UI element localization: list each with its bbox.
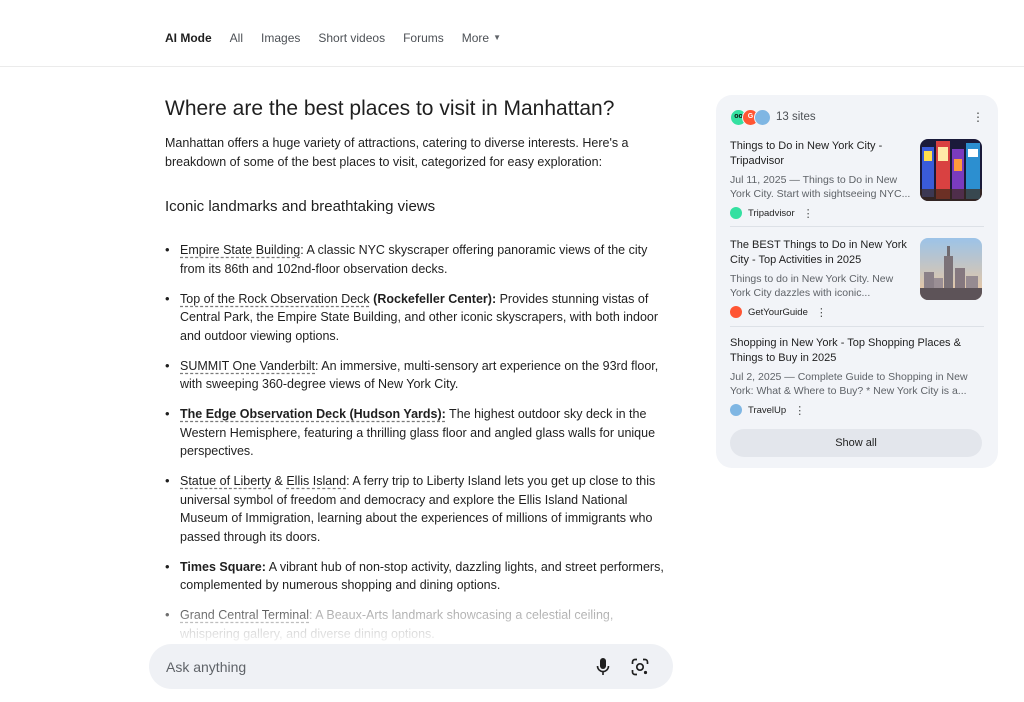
more-options-icon[interactable]: ⋮ <box>972 111 984 123</box>
more-options-icon[interactable]: ⋮ <box>816 306 827 319</box>
section-heading: Iconic landmarks and breathtaking views <box>165 198 436 215</box>
places-list: Empire State Building: A classic NYC sky… <box>165 241 665 643</box>
show-all-button[interactable]: Show all <box>730 429 982 457</box>
source-attribution: TravelUp ⋮ <box>730 403 984 417</box>
list-item: Times Square: A vibrant hub of non-stop … <box>165 558 665 595</box>
source-title[interactable]: Shopping in New York - Top Shopping Plac… <box>730 336 970 366</box>
term-times-square: Times Square: <box>180 559 266 574</box>
tab-forums[interactable]: Forums <box>403 31 444 45</box>
tab-ai-mode[interactable]: AI Mode <box>165 31 212 45</box>
tab-images[interactable]: Images <box>261 31 300 45</box>
source-attribution: Tripadvisor ⋮ <box>730 206 984 220</box>
list-item: Empire State Building: A classic NYC sky… <box>165 241 665 278</box>
source-card[interactable]: The BEST Things to Do in New York City -… <box>730 238 984 319</box>
source-card[interactable]: Things to Do in New York City - Tripadvi… <box>730 139 984 220</box>
more-options-icon[interactable]: ⋮ <box>794 404 805 417</box>
top-navigation: AI Mode All Images Short videos Forums M… <box>0 0 1024 67</box>
sources-panel: oo G 13 sites ⋮ Things to Do in New York… <box>716 95 998 468</box>
ask-bar <box>149 644 673 689</box>
ask-input[interactable] <box>164 656 568 678</box>
query-heading: Where are the best places to visit in Ma… <box>165 97 615 120</box>
source-name: TravelUp <box>748 404 787 416</box>
tab-more[interactable]: More ▼ <box>462 31 501 45</box>
list-item: Grand Central Terminal: A Beaux-Arts lan… <box>165 606 665 643</box>
source-card[interactable]: Shopping in New York - Top Shopping Plac… <box>730 336 984 417</box>
tab-short-videos[interactable]: Short videos <box>318 31 385 45</box>
getyourguide-icon <box>730 306 742 318</box>
ai-answer: Where are the best places to visit in Ma… <box>165 90 665 655</box>
microphone-icon[interactable] <box>595 657 611 677</box>
sources-header[interactable]: oo G 13 sites <box>730 108 816 126</box>
divider <box>730 326 984 327</box>
source-name: Tripadvisor <box>748 207 795 219</box>
answer-intro: Manhattan offers a huge variety of attra… <box>165 136 629 169</box>
term-link-top-of-the-rock[interactable]: Top of the Rock Observation Deck <box>180 292 370 306</box>
tripadvisor-icon <box>730 207 742 219</box>
source-snippet: Jul 2, 2025 — Complete Guide to Shopping… <box>730 371 968 397</box>
term-link-grand-central[interactable]: Grand Central Terminal <box>180 608 309 622</box>
term-link-summit[interactable]: SUMMIT One Vanderbilt <box>180 359 315 373</box>
list-item: Statue of Liberty & Ellis Island: A ferr… <box>165 472 665 546</box>
term-link-ellis-island[interactable]: Ellis Island <box>286 474 346 488</box>
more-options-icon[interactable]: ⋮ <box>803 207 814 220</box>
source-name: GetYourGuide <box>748 306 808 318</box>
term-link-statue-of-liberty[interactable]: Statue of Liberty <box>180 474 271 488</box>
tab-more-label: More <box>461 31 490 45</box>
source-favicons: oo G <box>730 109 772 126</box>
travelup-icon <box>730 404 742 416</box>
search-mode-tabs: AI Mode All Images Short videos Forums M… <box>165 31 519 45</box>
list-item: The Edge Observation Deck (Hudson Yards)… <box>165 405 665 461</box>
sites-count: 13 sites <box>776 111 816 123</box>
term-link-empire-state[interactable]: Empire State Building <box>180 243 300 257</box>
caret-down-icon: ▼ <box>493 33 502 42</box>
travelup-icon <box>754 109 771 126</box>
term-suffix: (Rockefeller Center): <box>369 291 497 306</box>
divider <box>730 226 984 227</box>
source-title[interactable]: Things to Do in New York City - Tripadvi… <box>730 139 912 169</box>
times-square-thumbnail <box>920 139 982 201</box>
source-snippet: Jul 11, 2025 — Things to Do in New York … <box>730 174 911 200</box>
source-snippet: Things to do in New York City. New York … <box>730 273 894 299</box>
skyline-thumbnail <box>920 238 982 300</box>
source-title[interactable]: The BEST Things to Do in New York City -… <box>730 238 912 268</box>
tab-all[interactable]: All <box>230 31 243 45</box>
list-item: SUMMIT One Vanderbilt: An immersive, mul… <box>165 357 665 394</box>
term-joiner: & <box>271 474 287 488</box>
source-attribution: GetYourGuide ⋮ <box>730 305 984 319</box>
term-link-edge[interactable]: The Edge Observation Deck (Hudson Yards)… <box>180 407 446 421</box>
list-item: Top of the Rock Observation Deck (Rockef… <box>165 290 665 346</box>
google-lens-icon[interactable] <box>631 658 649 676</box>
